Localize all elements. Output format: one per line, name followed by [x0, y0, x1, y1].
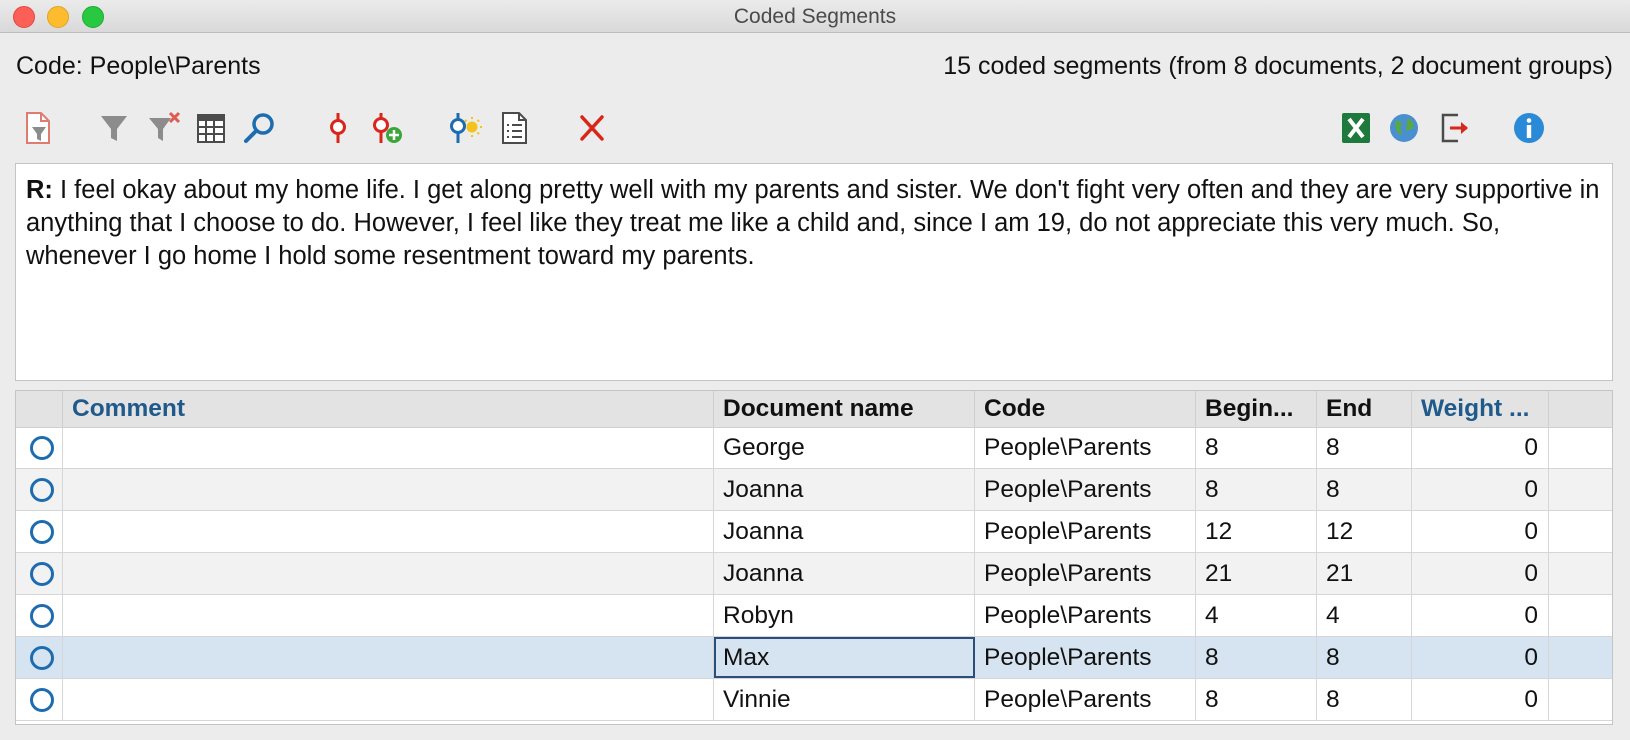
document-name-cell[interactable]: Robyn	[714, 595, 975, 636]
circle-icon	[30, 520, 54, 544]
weight-cell[interactable]: 0	[1412, 595, 1549, 636]
clear-filter-icon[interactable]	[146, 110, 182, 146]
excel-export-icon[interactable]	[1338, 110, 1374, 146]
speaker-label: R:	[26, 176, 53, 204]
document-name-cell[interactable]: Joanna	[714, 469, 975, 510]
comment-cell[interactable]	[63, 595, 714, 636]
end-cell: 4	[1317, 595, 1412, 636]
weight-cell[interactable]: 0	[1412, 427, 1549, 468]
weight-cell[interactable]: 0	[1412, 637, 1549, 678]
end-cell: 12	[1317, 511, 1412, 552]
document-name-cell[interactable]: George	[714, 427, 975, 468]
row-icon-cell	[16, 637, 63, 678]
begin-cell: 21	[1196, 553, 1317, 594]
code-label: Code: People\Parents	[16, 52, 261, 80]
code-highlight-icon[interactable]	[448, 110, 484, 146]
coded-segments-window: Coded Segments Code: People\Parents 15 c…	[0, 0, 1630, 740]
title-bar[interactable]: Coded Segments	[0, 0, 1630, 33]
comment-cell[interactable]	[63, 679, 714, 720]
code-cell: People\Parents	[975, 427, 1196, 468]
web-export-icon[interactable]	[1386, 110, 1422, 146]
filter-document-icon[interactable]	[20, 110, 56, 146]
circle-icon	[30, 646, 54, 670]
comment-cell[interactable]	[63, 469, 714, 510]
code-pin-icon[interactable]	[320, 110, 356, 146]
row-icon-cell	[16, 553, 63, 594]
table-row-selected[interactable]: Max People\Parents 8 8 0	[16, 637, 1612, 679]
code-cell: People\Parents	[975, 553, 1196, 594]
code-cell: People\Parents	[975, 469, 1196, 510]
table-row[interactable]: Joanna People\Parents 21 21 0	[16, 553, 1612, 595]
info-icon[interactable]	[1511, 110, 1547, 146]
filter-icon[interactable]	[96, 110, 132, 146]
segments-table: Comment Document name Code Begin... End …	[15, 390, 1613, 725]
window-title: Coded Segments	[733, 5, 897, 28]
row-icon-cell	[16, 469, 63, 510]
weight-cell[interactable]: 0	[1412, 679, 1549, 720]
column-header-comment[interactable]: Comment	[63, 391, 714, 427]
table-row[interactable]: Joanna People\Parents 8 8 0	[16, 469, 1612, 511]
row-icon-cell	[16, 427, 63, 468]
end-cell: 8	[1317, 469, 1412, 510]
column-header-code[interactable]: Code	[975, 391, 1196, 427]
weight-cell[interactable]: 0	[1412, 553, 1549, 594]
column-header-begin[interactable]: Begin...	[1196, 391, 1317, 427]
document-name-cell[interactable]: Max	[714, 637, 975, 678]
circle-icon	[30, 436, 54, 460]
column-header-icon[interactable]	[16, 391, 63, 427]
segment-preview[interactable]: R: I feel okay about my home life. I get…	[15, 163, 1613, 381]
code-cell: People\Parents	[975, 595, 1196, 636]
table-row[interactable]: George People\Parents 8 8 0	[16, 427, 1612, 469]
table-row[interactable]: Robyn People\Parents 4 4 0	[16, 595, 1612, 637]
table-header: Comment Document name Code Begin... End …	[16, 391, 1612, 428]
weight-cell[interactable]: 0	[1412, 511, 1549, 552]
document-name-cell[interactable]: Vinnie	[714, 679, 975, 720]
code-cell: People\Parents	[975, 511, 1196, 552]
document-list-icon[interactable]	[496, 110, 532, 146]
table-row[interactable]: Vinnie People\Parents 8 8 0	[16, 679, 1612, 721]
table-view-icon[interactable]	[193, 110, 229, 146]
code-cell: People\Parents	[975, 637, 1196, 678]
circle-icon	[30, 478, 54, 502]
document-name-cell[interactable]: Joanna	[714, 553, 975, 594]
code-cell: People\Parents	[975, 679, 1196, 720]
comment-cell[interactable]	[63, 553, 714, 594]
begin-cell: 12	[1196, 511, 1317, 552]
column-header-end[interactable]: End	[1317, 391, 1412, 427]
table-row[interactable]: Joanna People\Parents 12 12 0	[16, 511, 1612, 553]
export-arrow-icon[interactable]	[1436, 110, 1472, 146]
segment-count: 15 coded segments (from 8 documents, 2 d…	[943, 52, 1613, 80]
comment-cell[interactable]	[63, 637, 714, 678]
begin-cell: 4	[1196, 595, 1317, 636]
end-cell: 8	[1317, 637, 1412, 678]
begin-cell: 8	[1196, 637, 1317, 678]
row-icon-cell	[16, 679, 63, 720]
circle-icon	[30, 604, 54, 628]
comment-cell[interactable]	[63, 427, 714, 468]
end-cell: 8	[1317, 679, 1412, 720]
end-cell: 8	[1317, 427, 1412, 468]
document-name-cell[interactable]: Joanna	[714, 511, 975, 552]
weight-cell[interactable]: 0	[1412, 469, 1549, 510]
comment-cell[interactable]	[63, 511, 714, 552]
search-icon[interactable]	[242, 110, 278, 146]
begin-cell: 8	[1196, 427, 1317, 468]
begin-cell: 8	[1196, 469, 1317, 510]
column-header-weight[interactable]: Weight ...	[1412, 391, 1549, 427]
row-icon-cell	[16, 511, 63, 552]
segment-text: I feel okay about my home life. I get al…	[26, 176, 1600, 270]
code-pin-add-icon[interactable]	[368, 110, 404, 146]
delete-icon[interactable]	[574, 110, 610, 146]
begin-cell: 8	[1196, 679, 1317, 720]
circle-icon	[30, 562, 54, 586]
circle-icon	[30, 688, 54, 712]
end-cell: 21	[1317, 553, 1412, 594]
row-icon-cell	[16, 595, 63, 636]
column-header-document-name[interactable]: Document name	[714, 391, 975, 427]
